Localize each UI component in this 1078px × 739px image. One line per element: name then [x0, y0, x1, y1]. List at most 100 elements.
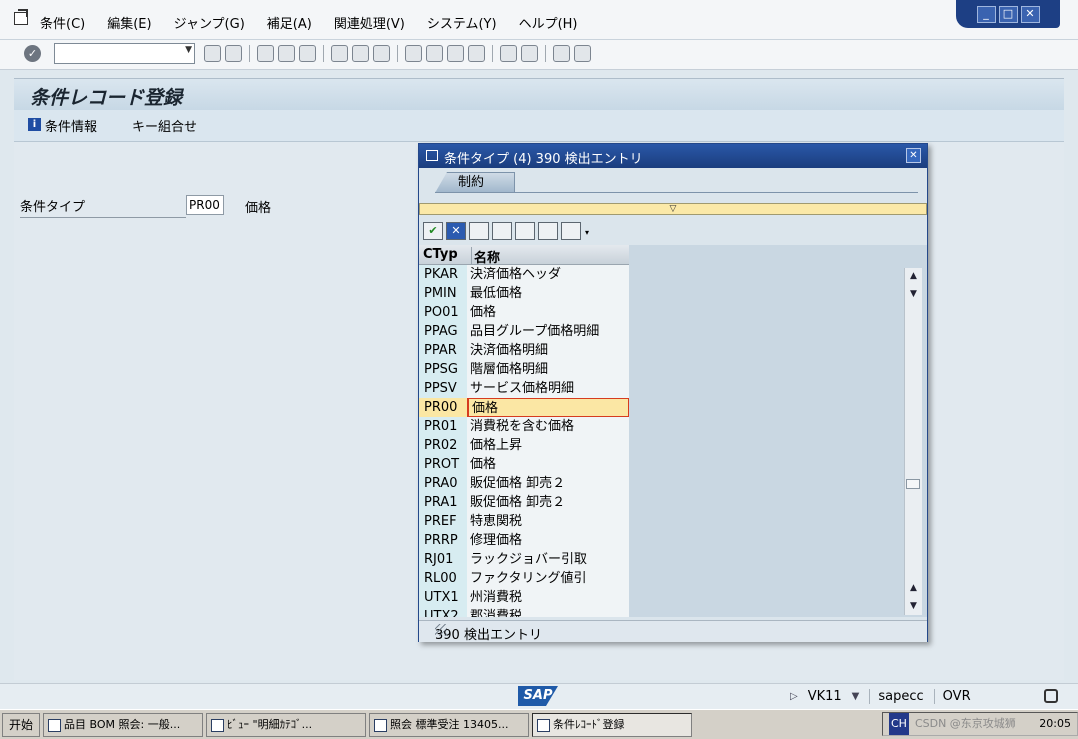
find-next-icon[interactable] — [492, 222, 512, 240]
list-item[interactable]: RJ01 ラックジョバー引取 — [419, 550, 629, 569]
scroll-up-icon[interactable]: ▲ — [905, 268, 922, 285]
list-item[interactable]: RL00 ファクタリング値引 — [419, 569, 629, 588]
list-item-selected[interactable]: PR00 価格 — [419, 398, 629, 417]
list-item[interactable]: UTX1 州消費税 — [419, 588, 629, 607]
taskbar-item[interactable]: 品目 BOM 照会: 一般... — [43, 712, 204, 737]
condition-type-code: UTX2 — [419, 607, 467, 617]
new-session-icon[interactable] — [500, 45, 517, 62]
condition-type-code: PR01 — [419, 417, 467, 436]
condition-type-name: 決済価格ヘッダ — [467, 265, 629, 284]
condition-type-name: 州消費税 — [467, 588, 629, 607]
list-item[interactable]: PRA0 販促価格 卸売２ — [419, 474, 629, 493]
save-icon[interactable] — [225, 45, 242, 62]
condition-info-button[interactable]: 条件情報 — [45, 116, 97, 135]
list-item[interactable]: PROT 価格 — [419, 455, 629, 474]
column-header-name[interactable]: 名称 — [471, 247, 500, 266]
list-item[interactable]: PRRP 修理価格 — [419, 531, 629, 550]
exit-icon[interactable] — [278, 45, 295, 62]
insert-mode[interactable]: OVR — [933, 689, 971, 704]
ime-indicator[interactable]: CH — [889, 713, 909, 735]
taskbar-item[interactable]: 照会 標準受注 13405... — [369, 712, 530, 737]
cancel-icon[interactable]: ✕ — [446, 222, 466, 240]
scroll-down-icon[interactable]: ▼ — [905, 286, 922, 303]
list-item[interactable]: PREF 特恵関税 — [419, 512, 629, 531]
tab-restrictions[interactable]: 制約 — [435, 172, 515, 193]
menu-related[interactable]: 関連処理(V) — [334, 13, 405, 32]
scroll-thumb[interactable] — [906, 479, 920, 489]
list-item[interactable]: PKAR 決済価格ヘッダ — [419, 265, 629, 284]
list-item[interactable]: PMIN 最低価格 — [419, 284, 629, 303]
list-item[interactable]: PPAR 決済価格明細 — [419, 341, 629, 360]
condition-type-name: 郡消費税 — [467, 607, 629, 617]
lock-icon[interactable] — [1044, 689, 1058, 703]
list-item[interactable]: PPSG 階層価格明細 — [419, 360, 629, 379]
checkmark-icon[interactable]: ✔ — [423, 222, 443, 240]
enter-icon[interactable]: ✓ — [24, 45, 41, 62]
system-info: ▷ VK11 ▼ sapecc OVR — [790, 689, 971, 704]
condition-type-input[interactable]: PR00 — [186, 195, 224, 215]
chevron-down-icon[interactable]: ▼ — [852, 691, 860, 702]
key-combination-button[interactable]: キー組合せ — [132, 116, 197, 135]
column-header-ctyp[interactable]: CTyp — [423, 247, 458, 262]
condition-type-code: PPAR — [419, 341, 467, 360]
previous-icon[interactable] — [257, 45, 274, 62]
previous-page-icon[interactable] — [426, 45, 443, 62]
list-item[interactable]: PR02 価格上昇 — [419, 436, 629, 455]
start-button[interactable]: 开始 — [2, 712, 41, 737]
list-item[interactable]: PR01 消費税を含む価格 — [419, 417, 629, 436]
info-icon[interactable]: i — [28, 118, 41, 131]
list-item[interactable]: UTX2 郡消費税 — [419, 607, 629, 617]
shortcut-icon[interactable] — [521, 45, 538, 62]
sap-logo: SAP — [518, 686, 558, 706]
resize-grip-icon[interactable] — [435, 624, 447, 636]
menu-system[interactable]: システム(Y) — [427, 13, 497, 32]
scroll-down-icon[interactable]: ▼ — [905, 598, 922, 615]
list-item[interactable]: PO01 価格 — [419, 303, 629, 322]
screen-title-bar: 条件レコード登録 — [14, 78, 1064, 110]
taskbar-item-active[interactable]: 条件ﾚｺｰﾄﾞ登録 — [532, 712, 693, 737]
back-icon[interactable] — [204, 45, 221, 62]
chevron-down-icon[interactable]: ▼ — [185, 45, 192, 55]
condition-type-code: PRA0 — [419, 474, 467, 493]
menu-supplement[interactable]: 補足(A) — [267, 13, 312, 32]
expand-status-icon[interactable]: ▷ — [790, 691, 798, 702]
help-icon[interactable] — [553, 45, 570, 62]
minimize-icon[interactable]: _ — [976, 5, 996, 23]
menu-help[interactable]: ヘルプ(H) — [519, 13, 578, 32]
menu-edit[interactable]: 編集(E) — [107, 13, 151, 32]
layout-menu-icon[interactable] — [574, 45, 591, 62]
condition-type-name: 最低価格 — [467, 284, 629, 303]
chevron-down-icon[interactable]: ▾ — [584, 222, 590, 240]
scroll-up-icon[interactable]: ▲ — [905, 580, 922, 597]
next-page-icon[interactable] — [447, 45, 464, 62]
toolbar-separator — [397, 45, 398, 62]
sort-icon[interactable] — [515, 222, 535, 240]
maximize-icon[interactable]: □ — [998, 5, 1018, 23]
print-icon[interactable] — [331, 45, 348, 62]
last-page-icon[interactable] — [468, 45, 485, 62]
menu-condition[interactable]: 条件(C) — [40, 13, 85, 32]
close-icon[interactable]: ✕ — [1020, 5, 1040, 23]
dialog-title-bar: 条件タイプ (4) 390 検出エントリ ✕ — [419, 144, 927, 168]
info-help-icon[interactable] — [538, 222, 558, 240]
vertical-scrollbar[interactable]: ▲ ▼ ▲ ▼ — [904, 268, 922, 615]
cancel-icon[interactable] — [299, 45, 316, 62]
close-icon[interactable]: ✕ — [906, 148, 921, 163]
list-item[interactable]: PPSV サービス価格明細 — [419, 379, 629, 398]
find-next-icon[interactable] — [373, 45, 390, 62]
dialog-menu-icon[interactable] — [426, 150, 438, 161]
list-item[interactable]: PRA1 販促価格 卸売２ — [419, 493, 629, 512]
taskbar-item[interactable]: ﾋﾞｭｰ "明細ｶﾃｺﾞ... — [206, 712, 367, 737]
window-menu-icon[interactable] — [14, 9, 28, 25]
first-page-icon[interactable] — [405, 45, 422, 62]
transaction-code: VK11 — [807, 689, 842, 704]
filter-toggle-bar[interactable]: ▽ — [419, 203, 927, 215]
find-icon[interactable] — [352, 45, 369, 62]
dialog-title: 条件タイプ (4) 390 検出エントリ — [444, 152, 643, 167]
menu-jump[interactable]: ジャンプ(G) — [174, 13, 245, 32]
print-icon[interactable] — [561, 222, 581, 240]
condition-type-code: PPAG — [419, 322, 467, 341]
find-icon[interactable] — [469, 222, 489, 240]
list-item[interactable]: PPAG 品目グループ価格明細 — [419, 322, 629, 341]
command-field[interactable]: ▼ — [54, 43, 195, 64]
